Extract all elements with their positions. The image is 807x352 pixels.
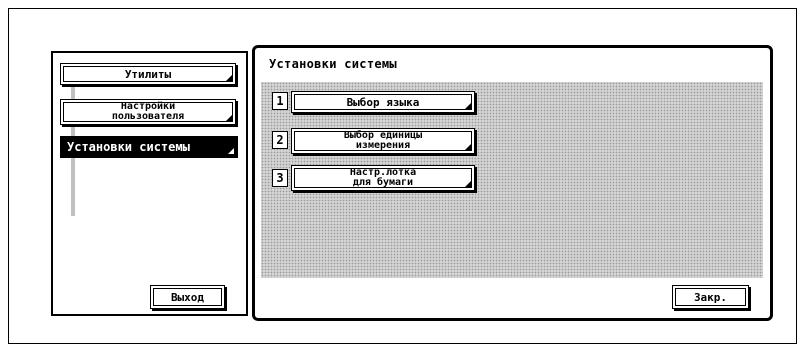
utilities-label: Утилиты bbox=[124, 67, 172, 81]
corner-triangle-icon bbox=[465, 181, 471, 187]
corner-triangle-icon bbox=[226, 115, 232, 121]
corner-triangle-icon bbox=[226, 75, 232, 81]
option-number-3: 3 bbox=[272, 169, 288, 187]
left-menu-panel bbox=[51, 51, 248, 316]
option-label: Настр.лотка для бумаги bbox=[349, 167, 417, 188]
system-settings-button[interactable]: Установки системы bbox=[60, 136, 238, 158]
close-button[interactable]: Закр. bbox=[672, 285, 749, 309]
page-title: Установки системы bbox=[269, 57, 397, 71]
system-settings-label: Установки системы bbox=[67, 139, 190, 154]
user-settings-label: Настройки пользователя bbox=[111, 101, 185, 122]
close-label: Закр. bbox=[693, 290, 728, 304]
corner-triangle-icon bbox=[228, 148, 234, 154]
language-select-button[interactable]: Выбор языка bbox=[291, 91, 475, 113]
corner-triangle-icon bbox=[465, 103, 471, 109]
option-label: Выбор единицы измерения bbox=[343, 130, 423, 151]
user-settings-button[interactable]: Настройки пользователя bbox=[60, 99, 236, 125]
exit-button[interactable]: Выход bbox=[150, 285, 225, 309]
unit-select-button[interactable]: Выбор единицы измерения bbox=[291, 128, 475, 154]
option-number-2: 2 bbox=[272, 131, 288, 149]
option-number-1: 1 bbox=[272, 92, 288, 110]
menu-connector bbox=[71, 158, 75, 216]
corner-triangle-icon bbox=[465, 144, 471, 150]
menu-connector bbox=[71, 124, 75, 136]
paper-tray-settings-button[interactable]: Настр.лотка для бумаги bbox=[291, 165, 475, 191]
utilities-button[interactable]: Утилиты bbox=[60, 63, 236, 85]
option-label: Выбор языка bbox=[346, 95, 420, 109]
exit-label: Выход bbox=[170, 290, 205, 304]
